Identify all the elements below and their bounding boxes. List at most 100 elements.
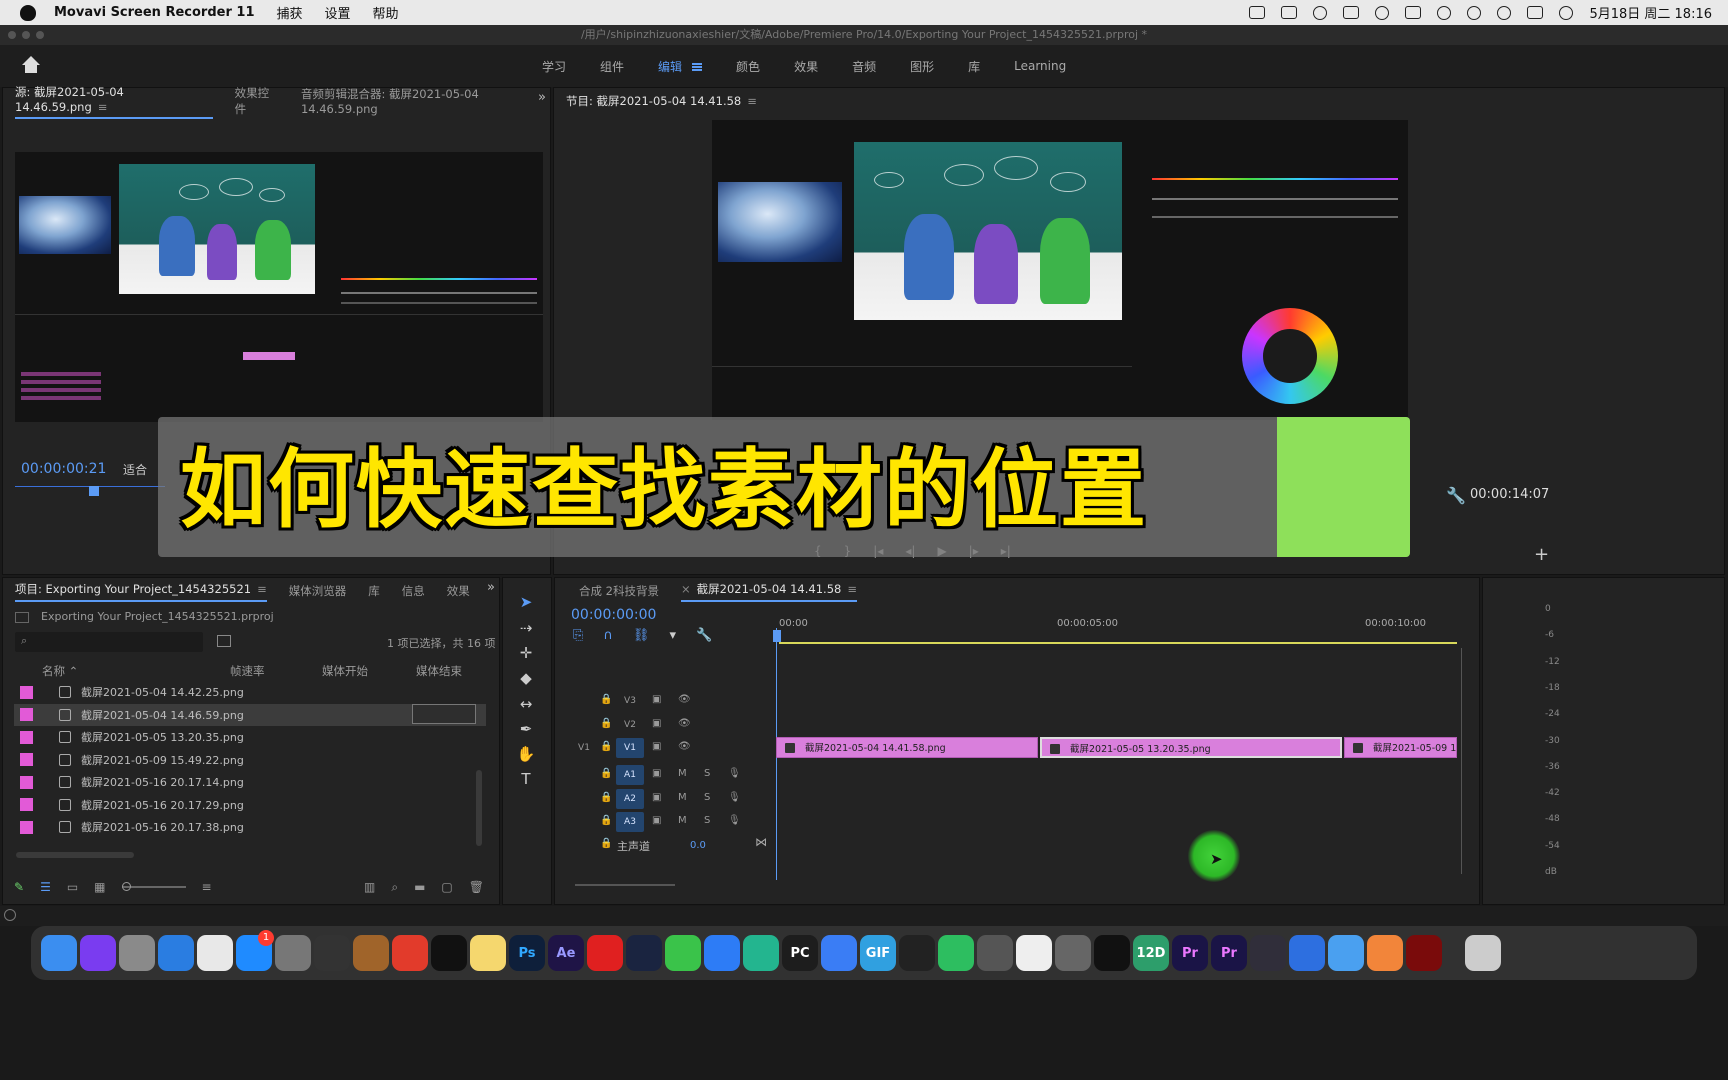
sort-icon[interactable]: ≡	[202, 880, 212, 894]
dock-pycharm-icon[interactable]: PC	[782, 935, 818, 971]
close-window-icon[interactable]	[8, 31, 16, 39]
track-sync-lock-icon[interactable]: ▣	[652, 694, 661, 705]
dock-notes-icon[interactable]	[470, 935, 506, 971]
new-bin-from-search-icon[interactable]	[217, 635, 231, 647]
type-tool-icon[interactable]: T	[516, 769, 536, 789]
mute-track-button[interactable]: M	[678, 792, 687, 803]
project-item[interactable]: 截屏2021-05-04 14.42.25.png	[14, 681, 486, 703]
dock-launchpad-icon[interactable]	[119, 935, 155, 971]
lock-master-icon[interactable]: 🔒	[600, 838, 612, 849]
user-icon[interactable]	[1467, 5, 1482, 20]
wifi-icon[interactable]	[1437, 5, 1452, 20]
menu-capture[interactable]: 捕获	[277, 3, 303, 22]
column-media-start[interactable]: 媒体开始	[322, 663, 368, 679]
tab-audio-clip-mixer[interactable]: 音频剪辑混合器: 截屏2021-05-04 14.46.59.png	[301, 86, 550, 116]
master-collapse-icon[interactable]: ⋈	[755, 835, 767, 849]
track-sync-lock-icon[interactable]: ▣	[652, 768, 661, 779]
toggle-track-output-icon[interactable]: 👁	[678, 718, 691, 729]
home-icon[interactable]	[20, 56, 42, 76]
program-menu-icon[interactable]: ≡	[747, 94, 757, 108]
solo-track-button[interactable]: S	[704, 815, 710, 826]
dock-pr-icon[interactable]: Pr	[1172, 935, 1208, 971]
project-item[interactable]: 截屏2021-05-16 20.17.14.png	[14, 771, 486, 793]
source-timecode[interactable]: 00:00:00:21	[21, 461, 106, 477]
project-item[interactable]: 截屏2021-05-09 15.49.22.png	[14, 749, 486, 771]
tab-sequence-screenshot[interactable]: × 截屏2021-05-04 14.41.58 ≡	[680, 581, 857, 602]
dock-wechat-icon[interactable]	[665, 935, 701, 971]
slip-tool-icon[interactable]: ↔	[516, 694, 536, 714]
workspace-libraries[interactable]: 库	[951, 58, 997, 75]
track-lock-icon[interactable]: 🔒	[600, 768, 612, 779]
linked-selection-icon[interactable]: ⛓	[633, 628, 650, 643]
column-name[interactable]: 名称 ⌃	[42, 663, 78, 679]
dock-settings-icon[interactable]	[1367, 935, 1403, 971]
project-search-input[interactable]: ⌕	[15, 632, 203, 652]
fit-dropdown[interactable]: 适合	[123, 461, 147, 478]
column-frame-rate[interactable]: 帧速率	[230, 663, 265, 679]
dock-pr-icon[interactable]: Pr	[1211, 935, 1247, 971]
track-lock-icon[interactable]: 🔒	[600, 694, 612, 705]
timeline-clip-3[interactable]: 截屏2021-05-09 15.4	[1344, 737, 1457, 758]
mute-track-button[interactable]: M	[678, 815, 687, 826]
ripple-edit-tool-icon[interactable]: ✛	[516, 643, 536, 663]
dock-qq-icon[interactable]	[431, 935, 467, 971]
dock-system-preferences-icon[interactable]	[275, 935, 311, 971]
dock-mail-icon[interactable]	[1328, 935, 1364, 971]
control-center-icon[interactable]	[1527, 6, 1544, 19]
zoom-window-icon[interactable]	[36, 31, 44, 39]
timeline-menu-icon[interactable]: ≡	[847, 582, 857, 596]
display-icon[interactable]	[1281, 6, 1298, 19]
list-view-icon[interactable]: ☰	[40, 880, 51, 894]
dock-siri-icon[interactable]	[80, 935, 116, 971]
dock-safari-icon[interactable]	[158, 935, 194, 971]
track-target[interactable]: A1	[616, 765, 644, 785]
source-playhead[interactable]	[89, 486, 99, 496]
workspace-color[interactable]: 颜色	[719, 58, 777, 75]
find-icon[interactable]: ⌕	[391, 880, 398, 895]
dock-screen-icon[interactable]	[899, 935, 935, 971]
dock-preview-icon[interactable]	[977, 935, 1013, 971]
source-patch-v1[interactable]: V1	[570, 738, 598, 758]
solo-track-button[interactable]: S	[704, 792, 710, 803]
close-tab-icon[interactable]: ×	[681, 582, 691, 596]
track-sync-lock-icon[interactable]: ▣	[652, 815, 661, 826]
tab-libraries[interactable]: 库	[368, 583, 380, 599]
selection-tool-icon[interactable]: ➤	[516, 592, 536, 612]
track-target[interactable]: A2	[616, 788, 644, 809]
panel-menu-icon[interactable]: ≡	[98, 100, 108, 114]
razor-tool-icon[interactable]: ◆	[516, 668, 536, 688]
tab-effect-controls[interactable]: 效果控件	[235, 85, 279, 117]
apple-menu-icon[interactable]	[20, 4, 36, 21]
tab-sequence-comp2[interactable]: 合成 2科技背景	[579, 583, 659, 599]
timeline-timecode[interactable]: 00:00:00:00	[571, 607, 656, 623]
screen-recorder-icon[interactable]	[1249, 6, 1266, 19]
voice-over-record-icon[interactable]: 🎙	[728, 815, 741, 826]
dock-evernote-icon[interactable]	[938, 935, 974, 971]
track-select-tool-icon[interactable]: ⇢	[516, 618, 536, 638]
dock-gif-icon[interactable]: GIF	[860, 935, 896, 971]
dock-quicktime-icon[interactable]	[314, 935, 350, 971]
battery-icon[interactable]	[1405, 6, 1422, 19]
app-menu[interactable]: Movavi Screen Recorder 11	[54, 5, 255, 20]
track-sync-lock-icon[interactable]: ▣	[652, 741, 661, 752]
project-panel-overflow[interactable]: »	[487, 580, 495, 595]
dock-trash-icon[interactable]	[1465, 935, 1501, 971]
workspace-learn[interactable]: 学习	[525, 58, 583, 75]
freeform-view-icon[interactable]: ▦	[94, 880, 105, 894]
workspace-audio[interactable]: 音频	[835, 58, 893, 75]
new-item-icon[interactable]: ▢	[441, 880, 452, 894]
project-item[interactable]: 截屏2021-05-16 20.17.38.png	[14, 816, 486, 838]
dock-chrome-icon[interactable]	[197, 935, 233, 971]
project-menu-icon[interactable]: ≡	[257, 582, 267, 596]
wrench-icon[interactable]: 🔧	[1446, 486, 1466, 505]
dock-obs-icon[interactable]	[1250, 935, 1286, 971]
timeline-settings-icon[interactable]: 🔧	[696, 628, 712, 643]
workspace-menu-icon[interactable]	[692, 63, 703, 71]
timeline-vertical-scrollbar[interactable]	[1461, 648, 1462, 874]
project-item[interactable]: 截屏2021-05-05 13.20.35.png	[14, 726, 486, 748]
project-vertical-scrollbar[interactable]	[476, 770, 482, 846]
track-target[interactable]: V1	[616, 738, 644, 758]
dock-ae-icon[interactable]: Ae	[548, 935, 584, 971]
track-target[interactable]: V3	[616, 691, 644, 711]
tab-effects[interactable]: 效果	[447, 583, 470, 599]
